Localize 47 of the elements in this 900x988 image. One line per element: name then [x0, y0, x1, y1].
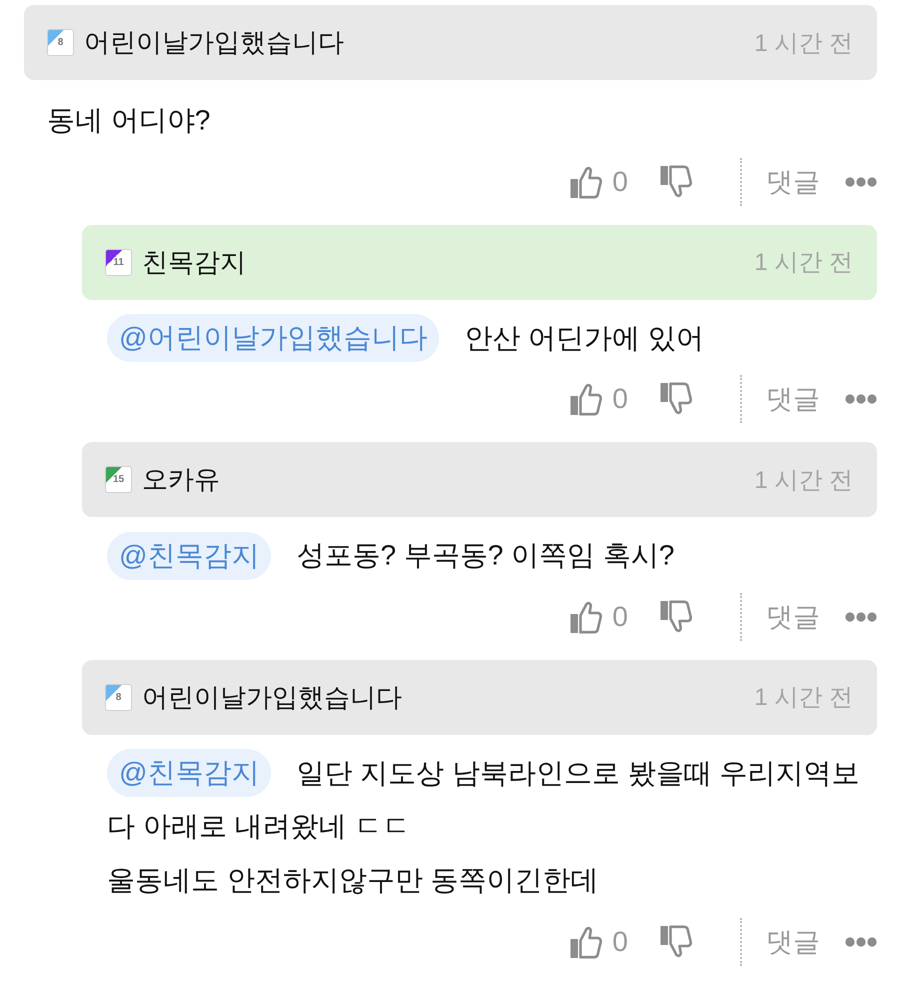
- dislike-button[interactable]: [660, 164, 692, 199]
- reply-button[interactable]: 댓글: [766, 381, 820, 418]
- like-button[interactable]: 0: [570, 600, 628, 634]
- thumbs-up-icon: [570, 382, 602, 416]
- more-icon: [845, 394, 877, 404]
- level-badge: 8: [105, 684, 132, 711]
- level-badge: 11: [105, 248, 132, 276]
- comment-text: @어린이날가입했습니다 안산 어딘가에 있어: [107, 310, 704, 364]
- mention-link[interactable]: @친목감지: [107, 749, 272, 798]
- timestamp: 1 시간 전: [754, 683, 853, 714]
- author-name[interactable]: 어린이날가입했습니다: [84, 25, 344, 60]
- like-button[interactable]: 0: [570, 164, 628, 199]
- more-button[interactable]: [845, 176, 877, 187]
- dislike-button[interactable]: [660, 924, 692, 959]
- comment-text: @친목감지 일단 지도상 남북라인으로 봤을때 우리지역보 다 아래로 내려왔네 ㄷㄷ 울동네도 안전하지않구만 동쪽이긴한데: [107, 746, 860, 907]
- more-button[interactable]: [845, 394, 877, 404]
- thumbs-down-icon: [660, 164, 692, 199]
- author-name[interactable]: 어린이날가입했습니다: [142, 680, 402, 715]
- level-badge: 15: [105, 466, 132, 494]
- thumbs-down-icon: [660, 382, 692, 416]
- dislike-button[interactable]: [660, 600, 692, 634]
- more-icon: [845, 612, 877, 622]
- more-button[interactable]: [845, 936, 877, 947]
- comment-text: @친목감지 성포동? 부곡동? 이쪽임 혹시?: [107, 528, 674, 582]
- more-button[interactable]: [845, 612, 877, 622]
- timestamp: 1 시간 전: [754, 248, 853, 278]
- reply-button[interactable]: 댓글: [766, 164, 820, 200]
- more-icon: [845, 936, 877, 947]
- dislike-button[interactable]: [660, 382, 692, 416]
- mention-link[interactable]: @친목감지: [107, 532, 272, 580]
- timestamp: 1 시간 전: [754, 466, 853, 496]
- reply-button[interactable]: 댓글: [766, 924, 820, 960]
- mention-link[interactable]: @어린이날가입했습니다: [107, 314, 440, 362]
- like-button[interactable]: 0: [570, 924, 628, 959]
- reply-button[interactable]: 댓글: [766, 598, 820, 635]
- thumbs-up-icon: [570, 600, 602, 634]
- timestamp: 1 시간 전: [754, 28, 853, 58]
- more-icon: [845, 176, 877, 187]
- thumbs-up-icon: [570, 164, 602, 199]
- like-button[interactable]: 0: [570, 382, 628, 416]
- thumbs-up-icon: [570, 924, 602, 959]
- thumbs-down-icon: [660, 600, 692, 634]
- author-name[interactable]: 오카유: [142, 462, 220, 498]
- comment-text: 동네 어디야?: [47, 104, 210, 138]
- author-name[interactable]: 친목감지: [142, 244, 246, 280]
- thumbs-down-icon: [660, 924, 692, 959]
- level-badge: 8: [47, 29, 74, 56]
